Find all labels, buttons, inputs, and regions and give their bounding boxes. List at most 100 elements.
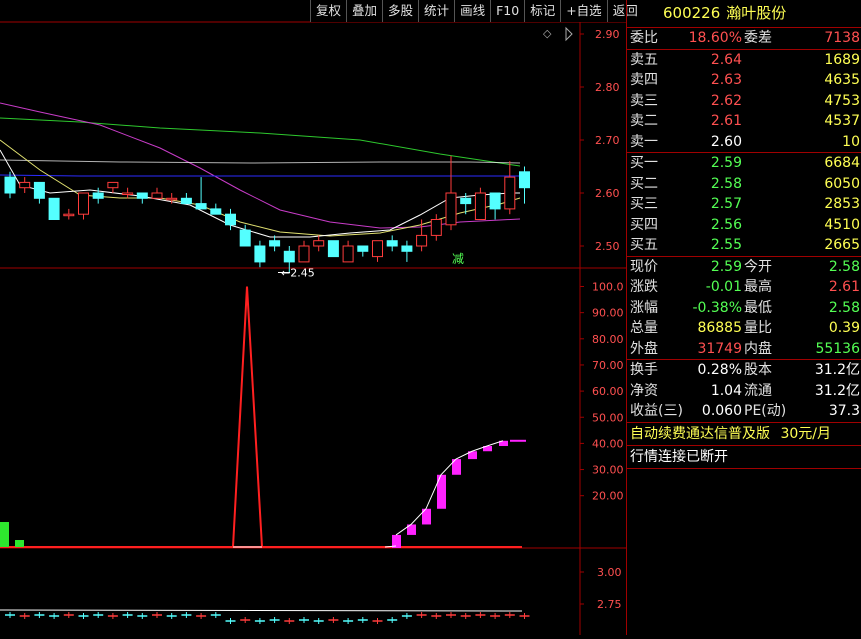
price-stats: 现价 2.59 今开 2.58 涨跌 -0.01 最高 2.61 涨幅 -0.38% 最低 2.58 总… — [627, 255, 861, 360]
add-watchlist-button[interactable]: +自选 — [560, 0, 607, 22]
candle-body — [225, 213, 236, 226]
stock-code: 600226 — [663, 4, 721, 22]
lower-y-tick-label: 2.75 — [597, 598, 622, 611]
candle-body — [122, 192, 134, 195]
candle-body — [195, 203, 207, 210]
sell-level-label: 卖四 — [630, 72, 658, 88]
candle-body — [151, 192, 163, 199]
sell-level-label: 卖五 — [630, 51, 658, 68]
candle-body — [386, 240, 398, 247]
finance-row: 净资 1.04 流通 31.2亿 — [627, 381, 861, 402]
sell-level-volume: 10 — [842, 133, 860, 150]
stat-row: 总量 86885 量比 0.39 — [627, 318, 861, 339]
candle-body — [107, 181, 119, 189]
buy-level-price: 2.59 — [710, 155, 742, 171]
weicha-label: 委差 — [744, 30, 772, 46]
weibi-value: 18.60% — [688, 30, 742, 46]
stat-label-2: 最低 — [744, 299, 772, 316]
indicator-green-bar — [15, 540, 24, 547]
lower-ma-line — [0, 609, 523, 612]
buy-level-row: 买五 2.55 2665 — [627, 235, 861, 256]
indicator-y-tick-label: 20.00 — [592, 490, 624, 503]
candle-body — [445, 192, 457, 226]
promo-row[interactable]: 自动续费通达信普及版 30元/月 — [627, 421, 861, 445]
buy-level-label: 买五 — [630, 237, 658, 253]
restore-rights-button[interactable]: 复权 — [310, 0, 347, 22]
buy-level-volume: 4510 — [824, 216, 860, 233]
candle-body — [372, 240, 383, 258]
buy-level-volume: 6684 — [824, 155, 860, 171]
buy-level-label: 买二 — [630, 175, 658, 192]
buy-level-label: 买四 — [630, 216, 658, 233]
stock-name: 瀚叶股份 — [726, 4, 787, 22]
sell-level-row: 卖四 2.63 4635 — [627, 70, 861, 91]
finance-row: 收益(三) 0.060 PE(动) 37.3 — [627, 401, 861, 422]
sell-level-price: 2.62 — [710, 92, 742, 109]
stat-value-2: 55136 — [815, 340, 860, 357]
candle-body — [92, 192, 104, 199]
buy-level-row: 买四 2.56 4510 — [627, 215, 861, 236]
chart-area[interactable]: 3.00 2.90 2.80 2.70 2.60 2.50 ◇ ←2.45 减 100.0 90.0… — [0, 0, 626, 635]
chart-canvas[interactable]: 3.00 2.90 2.80 2.70 2.60 2.50 ◇ ←2.45 减 100.0 90.0… — [0, 0, 626, 635]
weicha-value: 7138 — [824, 30, 860, 46]
indicator-green-bar — [0, 522, 9, 547]
promo-text: 自动续费通达信普及版 — [630, 425, 770, 442]
stat-label-2: 内盘 — [744, 340, 772, 357]
candle-body — [283, 250, 295, 263]
buy-level-label: 买三 — [630, 196, 658, 212]
buy-level-price: 2.58 — [710, 175, 742, 192]
stat-value: -0.38% — [692, 299, 742, 316]
weibi-row: 委比 18.60% 委差 7138 — [627, 28, 861, 49]
indicator-y-tick-label: 40.00 — [592, 437, 624, 450]
sell-level-price: 2.60 — [710, 133, 742, 150]
candle-body — [430, 219, 442, 236]
promo-price: 30元/月 — [780, 425, 831, 442]
sell-level-label: 卖一 — [630, 133, 658, 150]
buy-level-row: 买二 2.58 6050 — [627, 174, 861, 195]
finance-label-2: 流通 — [744, 382, 772, 399]
stat-value: -0.01 — [705, 279, 742, 295]
stat-value-2: 0.39 — [828, 320, 860, 336]
stat-value: 2.59 — [710, 258, 742, 275]
f10-button[interactable]: F10 — [490, 0, 525, 22]
multi-stock-button[interactable]: 多股 — [382, 0, 419, 22]
candle-body — [63, 213, 75, 217]
right-arrow-icon — [565, 26, 573, 42]
candle-body — [4, 176, 16, 194]
candle-body — [136, 192, 148, 199]
candle-body — [239, 229, 251, 247]
stat-label-2: 今开 — [744, 258, 772, 275]
mark-button[interactable]: 标记 — [524, 0, 561, 22]
candle-body — [298, 245, 310, 263]
candle-body — [401, 245, 413, 252]
overlay-button[interactable]: 叠加 — [346, 0, 383, 22]
signal-label: 减 — [452, 252, 464, 266]
sell-book: 卖五 2.64 1689 卖四 2.63 4635 卖三 2.62 4753 卖二 2.61 4537… — [627, 48, 861, 153]
sell-level-volume: 4537 — [824, 113, 860, 129]
sell-level-price: 2.64 — [710, 51, 742, 68]
ma-green-line — [0, 117, 521, 167]
finance-value: 0.28% — [697, 362, 742, 378]
finance-label: 换手 — [630, 362, 658, 378]
low-price-label: ←2.45 — [281, 267, 315, 280]
indicator-y-tick-label: 90.00 — [592, 307, 624, 320]
statistics-button[interactable]: 统计 — [418, 0, 455, 22]
main-y-tick-label: 2.80 — [595, 81, 620, 94]
buy-level-volume: 2853 — [824, 196, 860, 212]
buy-level-row: 买三 2.57 2853 — [627, 194, 861, 215]
draw-line-button[interactable]: 画线 — [454, 0, 491, 22]
stat-value-2: 2.61 — [828, 279, 860, 295]
candle-body — [416, 234, 428, 247]
candle-body — [519, 171, 530, 189]
ma-white-line — [0, 159, 521, 164]
main-y-tick-label: 2.90 — [595, 28, 620, 41]
buy-level-row: 买一 2.59 6684 — [627, 153, 861, 174]
connection-status: 行情连接已断开 — [630, 448, 728, 465]
candle-body — [357, 245, 369, 252]
sell-level-row: 卖一 2.60 10 — [627, 132, 861, 153]
finance-label: 收益(三) — [630, 403, 683, 419]
stat-row: 外盘 31749 内盘 55136 — [627, 339, 861, 360]
sell-level-row: 卖五 2.64 1689 — [627, 50, 861, 71]
finance-value: 0.060 — [701, 403, 742, 419]
promo-link[interactable]: 自动续费通达信普及版 30元/月 — [627, 423, 861, 445]
